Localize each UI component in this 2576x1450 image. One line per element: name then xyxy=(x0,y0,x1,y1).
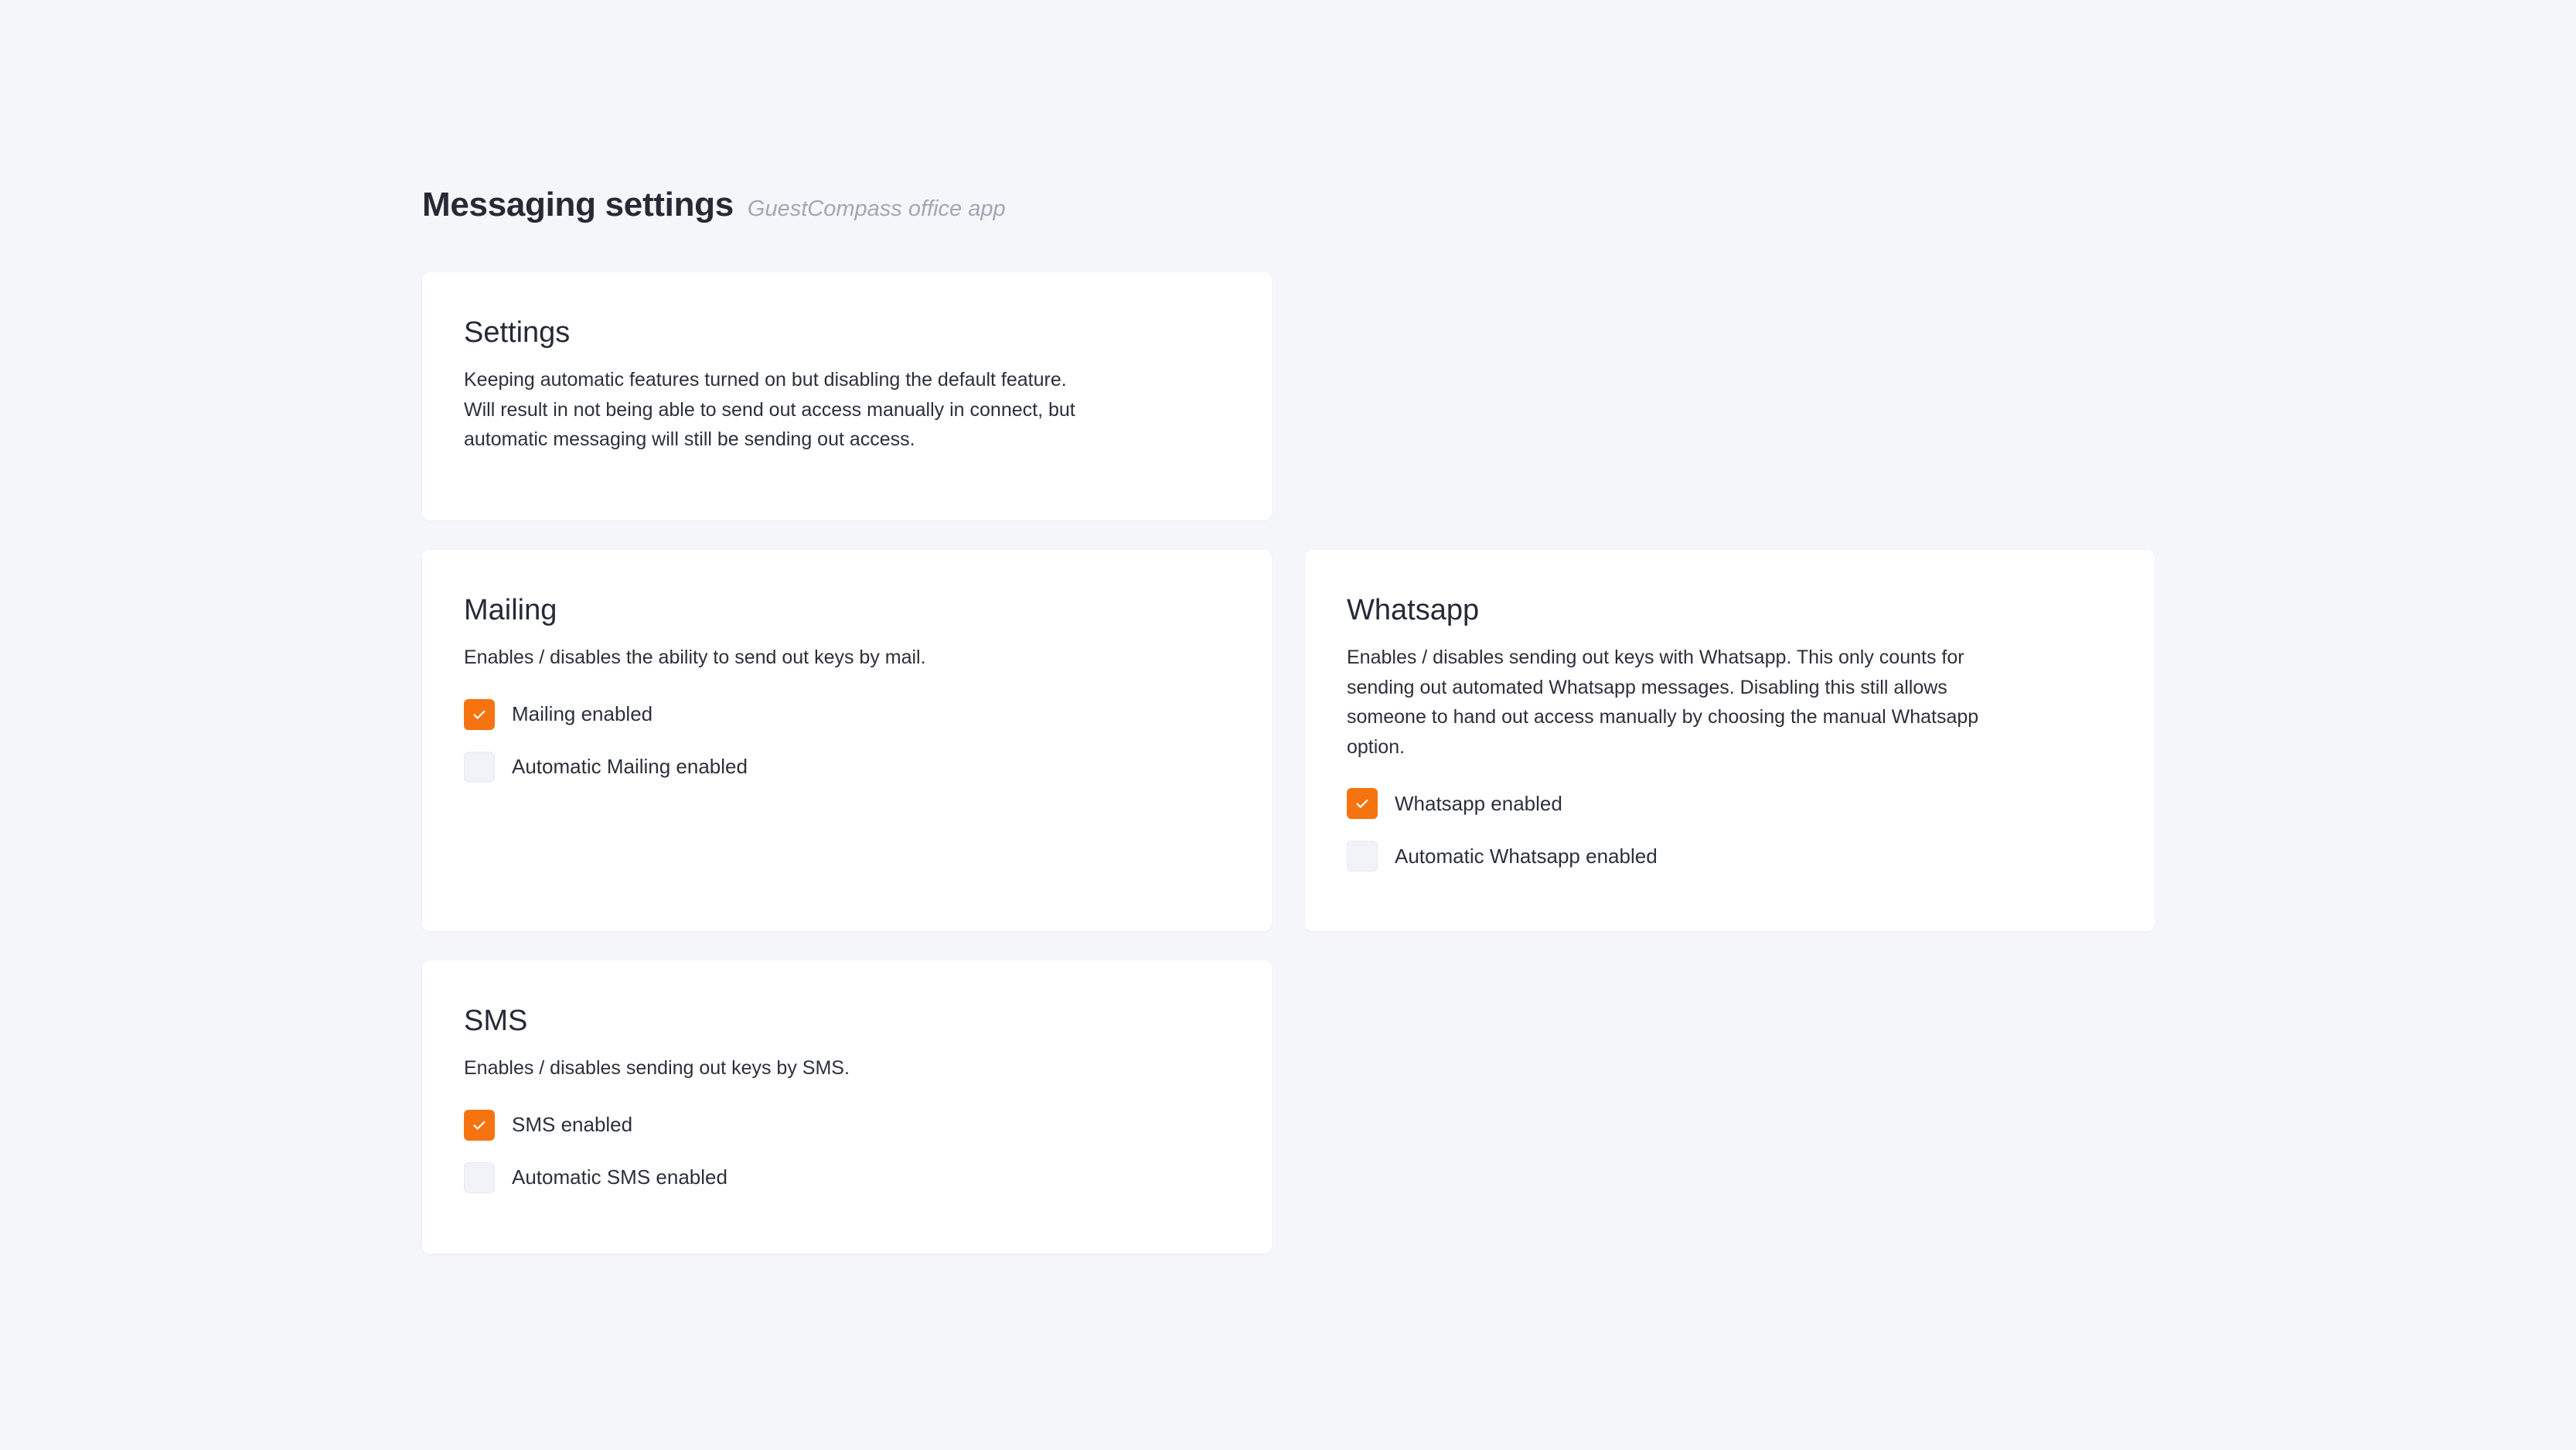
automatic-mailing-enabled-label: Automatic Mailing enabled xyxy=(512,755,748,778)
mailing-card: Mailing Enables / disables the ability t… xyxy=(422,550,1272,931)
settings-card-description: Keeping automatic features turned on but… xyxy=(464,369,1075,450)
automatic-whatsapp-enabled-label: Automatic Whatsapp enabled xyxy=(1395,844,1658,868)
sms-card-title: SMS xyxy=(464,1005,528,1037)
mailing-enabled-checkbox[interactable] xyxy=(464,698,495,730)
mailing-card-title: Mailing xyxy=(464,594,557,626)
page-title: Messaging settings xyxy=(422,186,734,223)
sms-enabled-checkbox[interactable] xyxy=(464,1109,495,1141)
page-header: Messaging settings GuestCompass office a… xyxy=(422,186,1006,224)
whatsapp-enabled-option[interactable]: Whatsapp enabled xyxy=(1347,777,2113,830)
settings-card: Settings Keeping automatic features turn… xyxy=(422,272,1272,520)
whatsapp-options: Whatsapp enabled Automatic Whatsapp enab… xyxy=(1347,777,2113,882)
mailing-enabled-option[interactable]: Mailing enabled xyxy=(464,688,1230,741)
sms-enabled-label: SMS enabled xyxy=(512,1113,633,1136)
sms-card-description: Enables / disables sending out keys by S… xyxy=(464,1057,850,1079)
automatic-mailing-enabled-checkbox[interactable] xyxy=(464,751,495,783)
mailing-options: Mailing enabled Automatic Mailing enable… xyxy=(464,688,1230,793)
automatic-whatsapp-enabled-option[interactable]: Automatic Whatsapp enabled xyxy=(1347,830,2113,882)
automatic-mailing-enabled-option[interactable]: Automatic Mailing enabled xyxy=(464,741,1230,793)
whatsapp-enabled-label: Whatsapp enabled xyxy=(1395,791,1562,815)
automatic-sms-enabled-label: Automatic SMS enabled xyxy=(512,1165,727,1189)
check-icon xyxy=(473,710,486,719)
automatic-sms-enabled-checkbox[interactable] xyxy=(464,1162,495,1193)
sms-options: SMS enabled Automatic SMS enabled xyxy=(464,1099,1230,1204)
whatsapp-card-title: Whatsapp xyxy=(1347,594,1480,626)
check-icon xyxy=(1356,799,1368,808)
whatsapp-card: Whatsapp Enables / disables sending out … xyxy=(1305,550,2155,931)
whatsapp-enabled-checkbox[interactable] xyxy=(1347,788,1378,819)
check-icon xyxy=(473,1121,486,1130)
page-subtitle: GuestCompass office app xyxy=(747,196,1006,221)
automatic-whatsapp-enabled-checkbox[interactable] xyxy=(1347,841,1378,872)
mailing-enabled-label: Mailing enabled xyxy=(512,702,653,725)
settings-card-title: Settings xyxy=(464,316,571,349)
sms-card: SMS Enables / disables sending out keys … xyxy=(422,960,1272,1254)
sms-enabled-option[interactable]: SMS enabled xyxy=(464,1099,1230,1151)
mailing-card-description: Enables / disables the ability to send o… xyxy=(464,647,926,668)
whatsapp-card-description: Enables / disables sending out keys with… xyxy=(1347,647,1979,758)
automatic-sms-enabled-option[interactable]: Automatic SMS enabled xyxy=(464,1151,1230,1204)
